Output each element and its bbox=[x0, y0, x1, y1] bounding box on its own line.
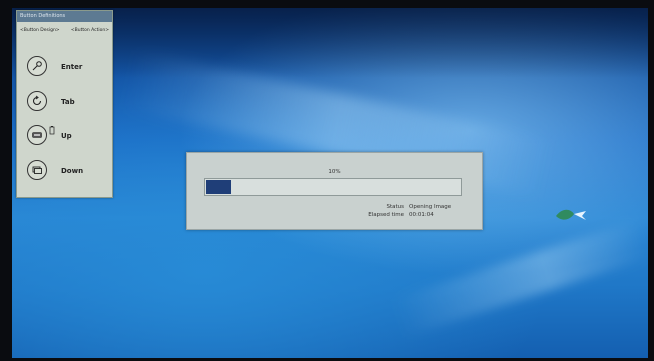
button-label-down: Down bbox=[61, 167, 84, 175]
wallpaper-streak bbox=[392, 218, 648, 338]
button-label-enter: Enter bbox=[61, 63, 83, 71]
key-icon[interactable] bbox=[27, 56, 47, 76]
column-header-design: <Button Design> bbox=[20, 28, 60, 33]
button-row-tab[interactable] bbox=[27, 91, 47, 111]
battery-icon bbox=[49, 125, 55, 134]
progress-bar bbox=[204, 178, 462, 196]
window-icon[interactable] bbox=[27, 160, 47, 180]
button-definitions-panel: Button Definitions <Button Design> <Butt… bbox=[16, 10, 113, 198]
button-label-up: Up bbox=[61, 132, 72, 140]
progress-dialog: 10% Status Elapsed time Opening Image 00… bbox=[186, 152, 483, 230]
elapsed-label: Elapsed time bbox=[368, 212, 404, 218]
progress-bar-fill bbox=[206, 180, 231, 194]
elapsed-value: 00:01:04 bbox=[409, 212, 434, 218]
button-row-down[interactable] bbox=[27, 160, 47, 180]
button-label-tab: Tab bbox=[61, 98, 75, 106]
panel-headers: <Button Design> <Button Action> bbox=[17, 22, 112, 33]
refresh-icon[interactable] bbox=[27, 91, 47, 111]
status-label: Status bbox=[386, 204, 404, 210]
panel-title: Button Definitions bbox=[17, 11, 112, 22]
wallpaper-fish-icon bbox=[556, 209, 586, 220]
info-labels: Status Elapsed time bbox=[368, 203, 404, 219]
button-row-up[interactable] bbox=[27, 125, 55, 145]
status-value: Opening Image bbox=[409, 204, 452, 210]
button-row-enter[interactable] bbox=[27, 56, 47, 76]
column-header-action: <Button Action> bbox=[70, 28, 109, 33]
info-values: Opening Image 00:01:04 bbox=[409, 203, 451, 219]
progress-percent: 10% bbox=[328, 169, 341, 175]
keyboard-icon[interactable] bbox=[27, 125, 47, 145]
